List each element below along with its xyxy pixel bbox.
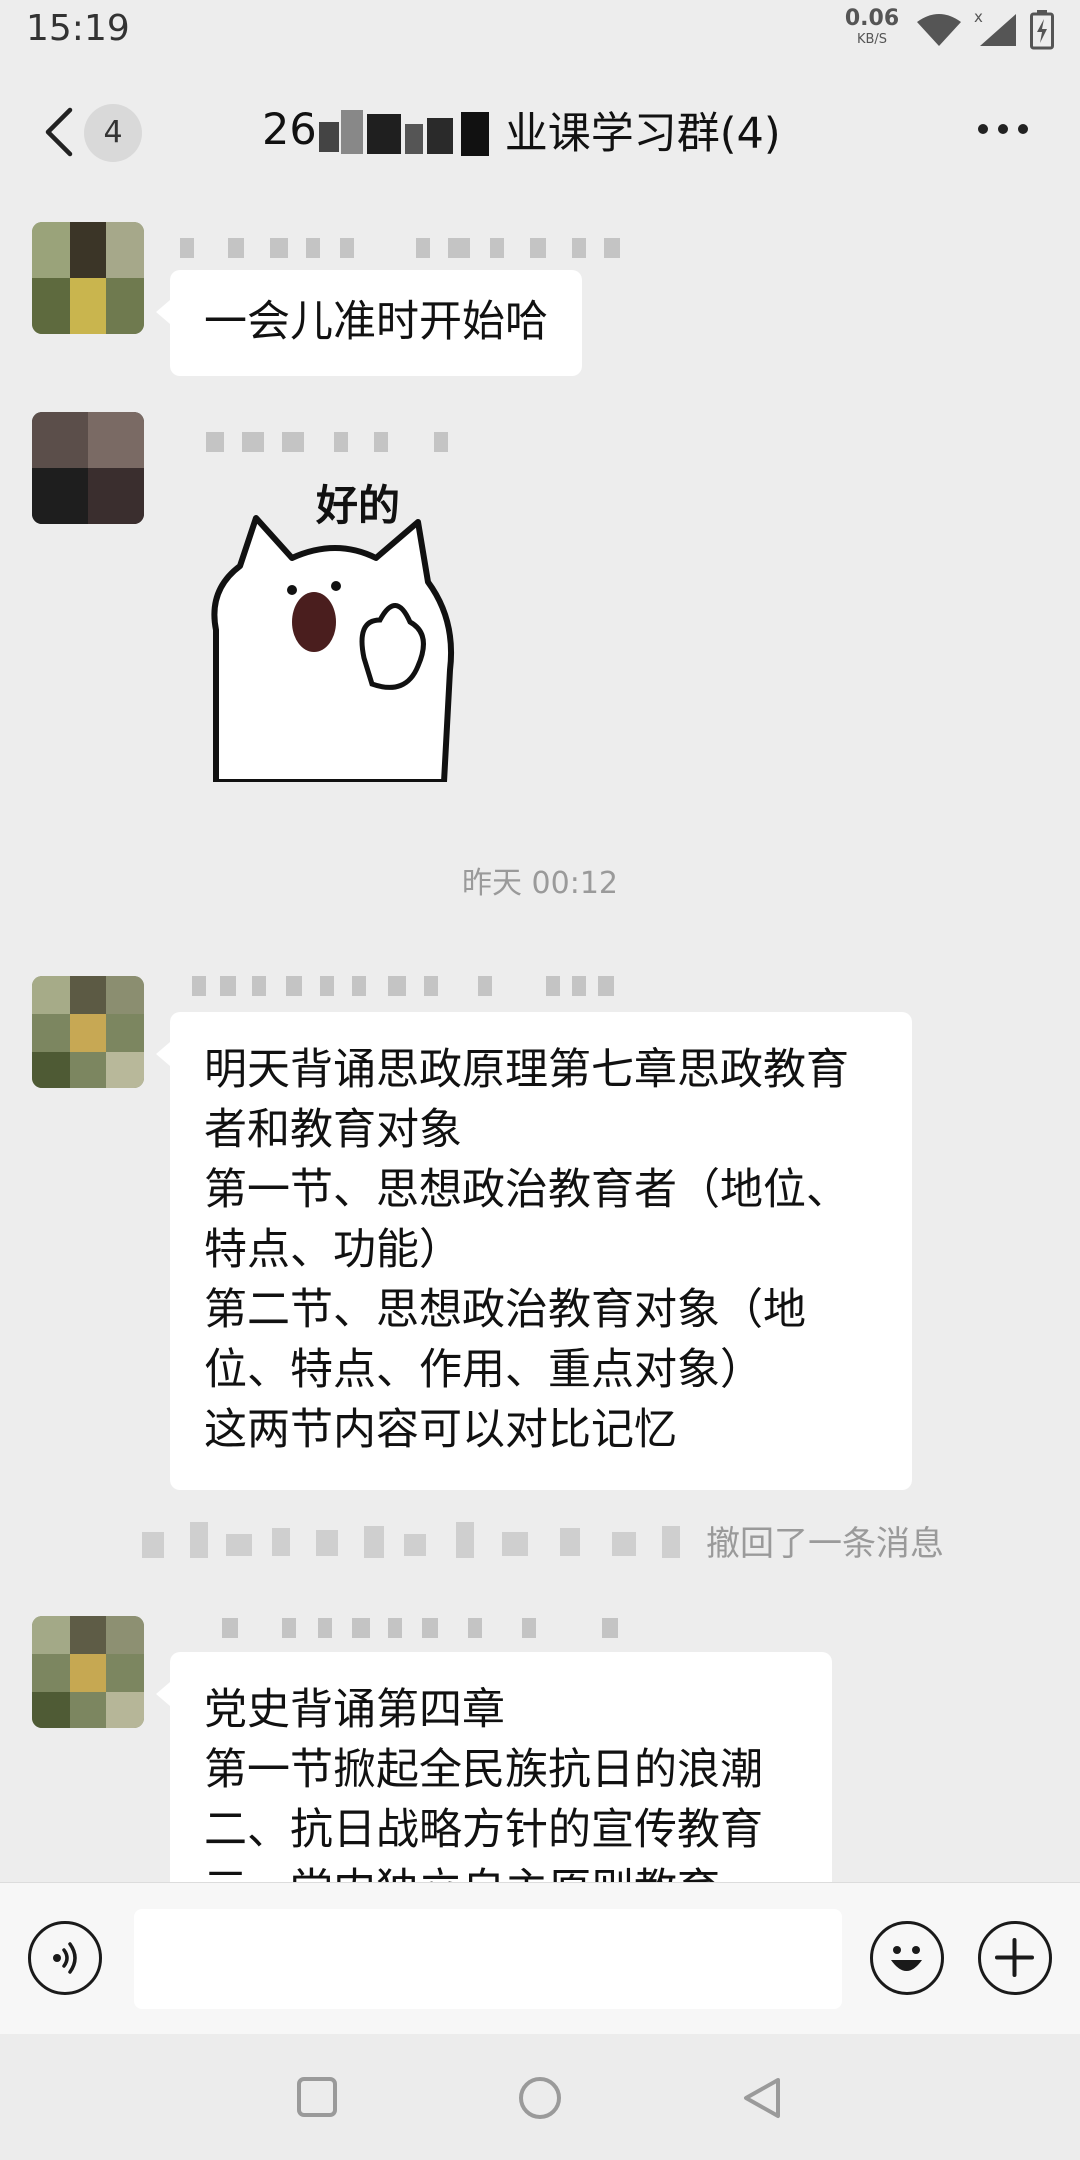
recall-notice: 撤回了一条消息 [706, 1524, 944, 1564]
chat-header: 4 26 业课学习群(4) [0, 70, 1080, 192]
emoji-icon[interactable] [870, 1921, 944, 1995]
chat-title-suffix: 业课学习群(4) [504, 109, 781, 159]
message-bubble[interactable]: 党史背诵第四章 第一节掀起全民族抗日的浪潮 二、抗日战略方针的宣传教育 三、党内… [156, 1652, 832, 1882]
signal-icon: x [974, 8, 1016, 46]
avatar[interactable] [32, 976, 144, 1088]
plus-icon[interactable] [978, 1921, 1052, 1995]
svg-text:x: x [974, 8, 983, 26]
voice-glyph [53, 1942, 77, 1974]
home-icon[interactable] [518, 2076, 562, 2120]
message-input[interactable] [134, 1909, 842, 2009]
sender-name-mosaic [192, 976, 622, 996]
sender-name-mosaic [206, 432, 456, 452]
chat-title-prefix: 26 [262, 105, 317, 155]
recent-apps-icon[interactable] [296, 2076, 338, 2118]
system-nav-bar [0, 2034, 1080, 2160]
chat-input-bar [0, 1882, 1080, 2034]
back-triangle-icon[interactable] [740, 2076, 784, 2120]
sticker-caption: 好的 [316, 481, 401, 530]
recall-sender-mosaic [142, 1518, 702, 1570]
plus-glyph [995, 1938, 1034, 1977]
unread-count-badge[interactable]: 4 [84, 104, 142, 162]
sender-name-mosaic [180, 238, 630, 258]
status-time: 15:19 [26, 8, 130, 49]
more-icon[interactable] [978, 124, 1028, 136]
chat-title: 26 业课学习群(4) [262, 100, 781, 160]
network-speed: 0.06 KB/S [840, 6, 904, 47]
sender-name-mosaic [222, 1618, 622, 1638]
back-icon[interactable] [38, 106, 86, 158]
emoji-glyph [891, 1946, 922, 1971]
wifi-icon [917, 14, 961, 46]
chat-screen: 15:19 0.06 KB/S x 4 26 业课学习群(4) 一会儿准时开始哈… [0, 0, 1080, 2160]
message-clip: 党史背诵第四章 第一节掀起全民族抗日的浪潮 二、抗日战略方针的宣传教育 三、党内… [0, 1650, 1080, 1882]
avatar[interactable] [32, 412, 144, 524]
network-speed-value: 0.06 [844, 6, 900, 31]
status-bar: 15:19 0.06 KB/S x [0, 0, 1080, 70]
timestamp: 昨天 00:12 [462, 866, 618, 901]
voice-icon[interactable] [28, 1921, 102, 1995]
message-bubble[interactable]: 明天背诵思政原理第七章思政教育 者和教育对象 第一节、思想政治教育者（地位、 特… [156, 1012, 912, 1490]
battery-icon [1030, 10, 1054, 50]
title-mosaic [318, 104, 503, 156]
sticker[interactable]: 好的 [196, 470, 476, 785]
network-speed-unit: KB/S [856, 32, 888, 47]
message-bubble[interactable]: 一会儿准时开始哈 [156, 270, 582, 376]
avatar[interactable] [32, 222, 144, 334]
